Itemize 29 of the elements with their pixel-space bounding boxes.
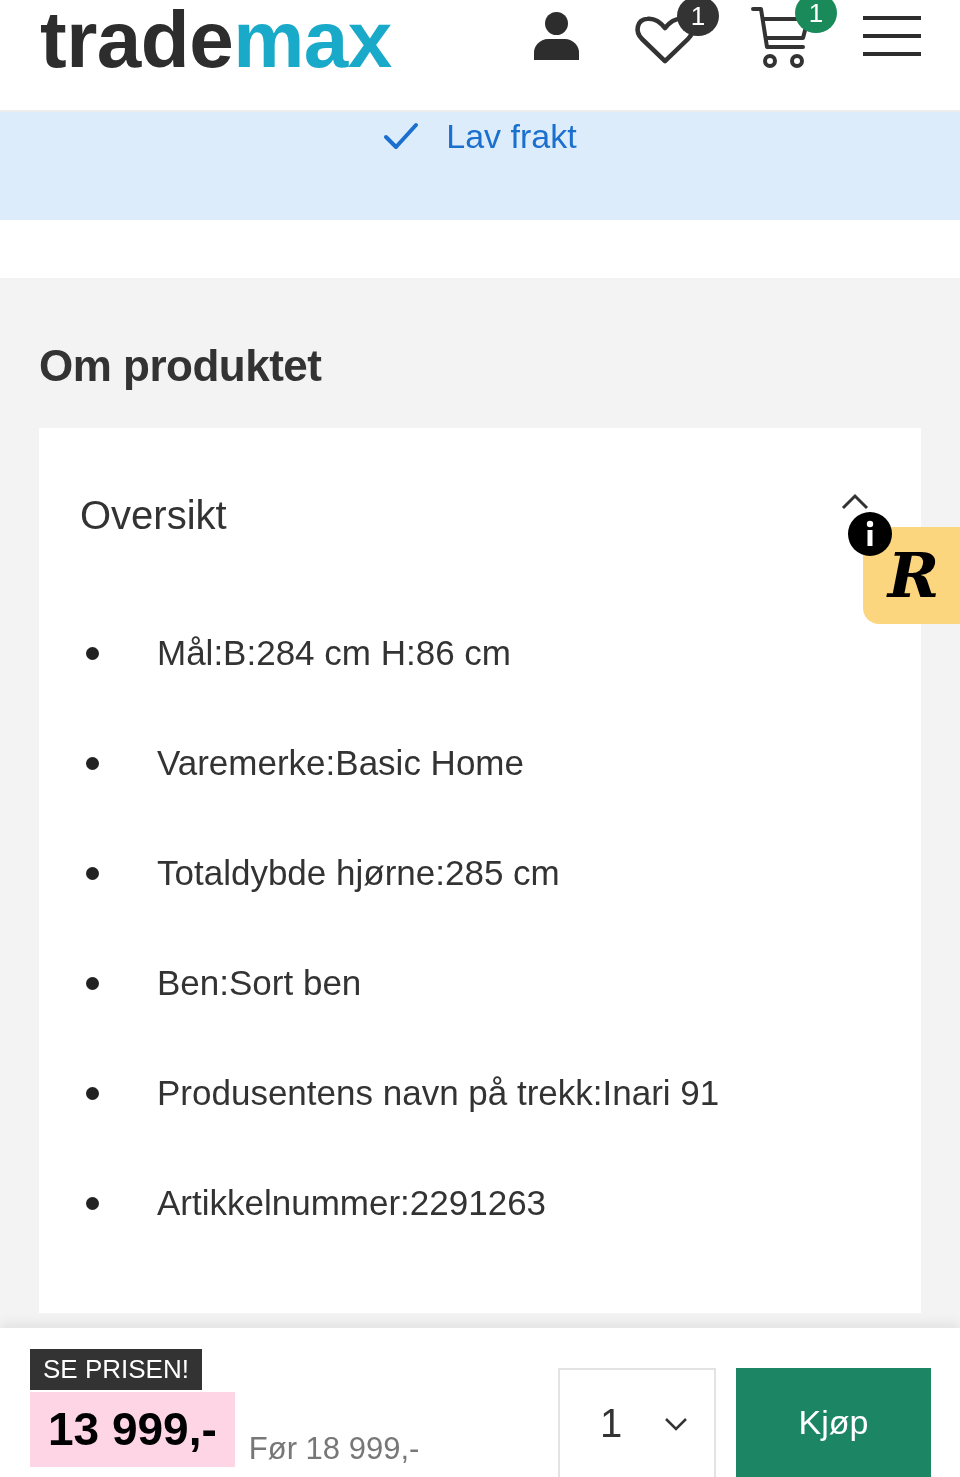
check-icon bbox=[383, 122, 420, 150]
quantity-select[interactable]: 1 bbox=[558, 1368, 716, 1477]
bullet-icon bbox=[86, 1196, 99, 1210]
chevron-down-icon bbox=[664, 1416, 688, 1431]
section-title: Om produktet bbox=[39, 341, 322, 391]
bullet-icon bbox=[86, 1086, 99, 1100]
account-icon[interactable] bbox=[534, 12, 579, 60]
sale-tag: SE PRISEN! bbox=[30, 1349, 202, 1390]
count-badge: 1 bbox=[795, 0, 837, 33]
spec-text: Produsentens navn på trekk:Inari 91 bbox=[157, 1073, 720, 1113]
review-widget[interactable]: R bbox=[863, 527, 960, 624]
menu-icon[interactable] bbox=[863, 16, 921, 56]
spec-text: Ben:Sort ben bbox=[157, 963, 362, 1003]
bullet-icon bbox=[86, 756, 99, 770]
spec-text: Varemerke:Basic Home bbox=[157, 743, 524, 783]
chevron-icon[interactable] bbox=[840, 492, 870, 510]
logo[interactable]: trademax bbox=[40, 0, 392, 80]
bullet-icon bbox=[86, 866, 99, 880]
buy-button[interactable]: Kjøp bbox=[736, 1368, 931, 1477]
bullet-icon bbox=[86, 646, 99, 660]
count-badge: 1 bbox=[677, 0, 719, 36]
notice-text: Lav frakt bbox=[446, 116, 577, 156]
bullet-icon bbox=[86, 976, 99, 990]
sale-price: 13 999,- bbox=[30, 1392, 235, 1467]
previous-price: Før 18 999,- bbox=[248, 1430, 420, 1468]
spec-text: Totaldybde hjørne:285 cm bbox=[157, 853, 560, 893]
accordion-title[interactable]: Oversikt bbox=[80, 492, 227, 538]
spec-text: Artikkelnummer:2291263 bbox=[157, 1183, 547, 1223]
spec-text: Mål:B:284 cm H:86 cm bbox=[157, 633, 511, 673]
